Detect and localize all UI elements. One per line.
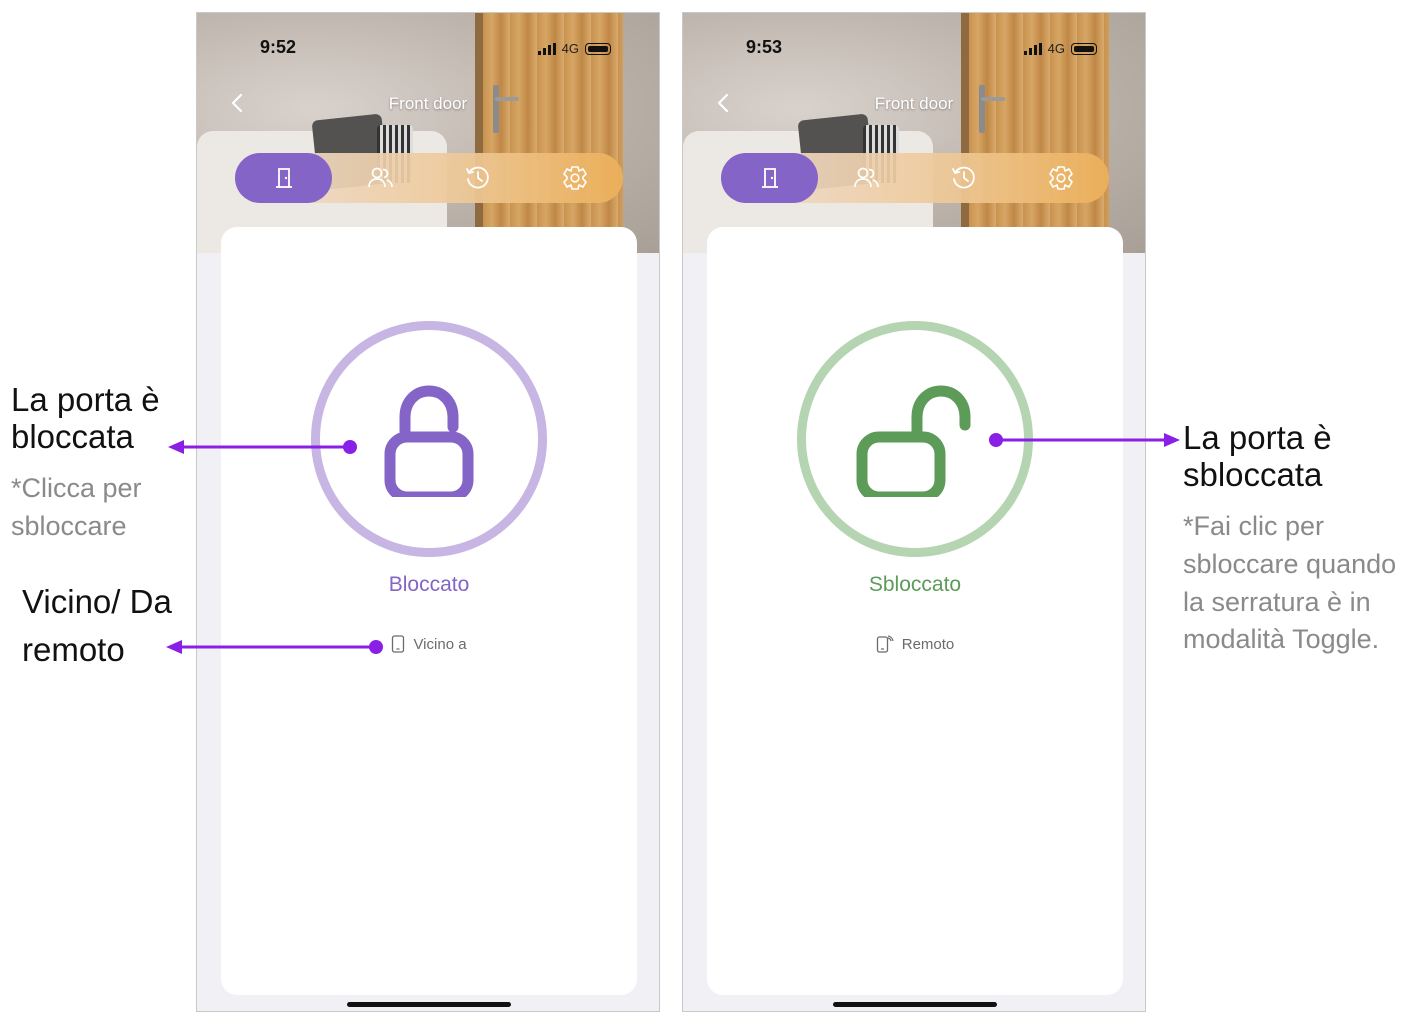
arrow-unlocked	[989, 433, 1180, 447]
annotation-arrows	[166, 433, 1180, 654]
arrow-proximity	[166, 640, 383, 654]
arrow-locked	[168, 440, 357, 454]
